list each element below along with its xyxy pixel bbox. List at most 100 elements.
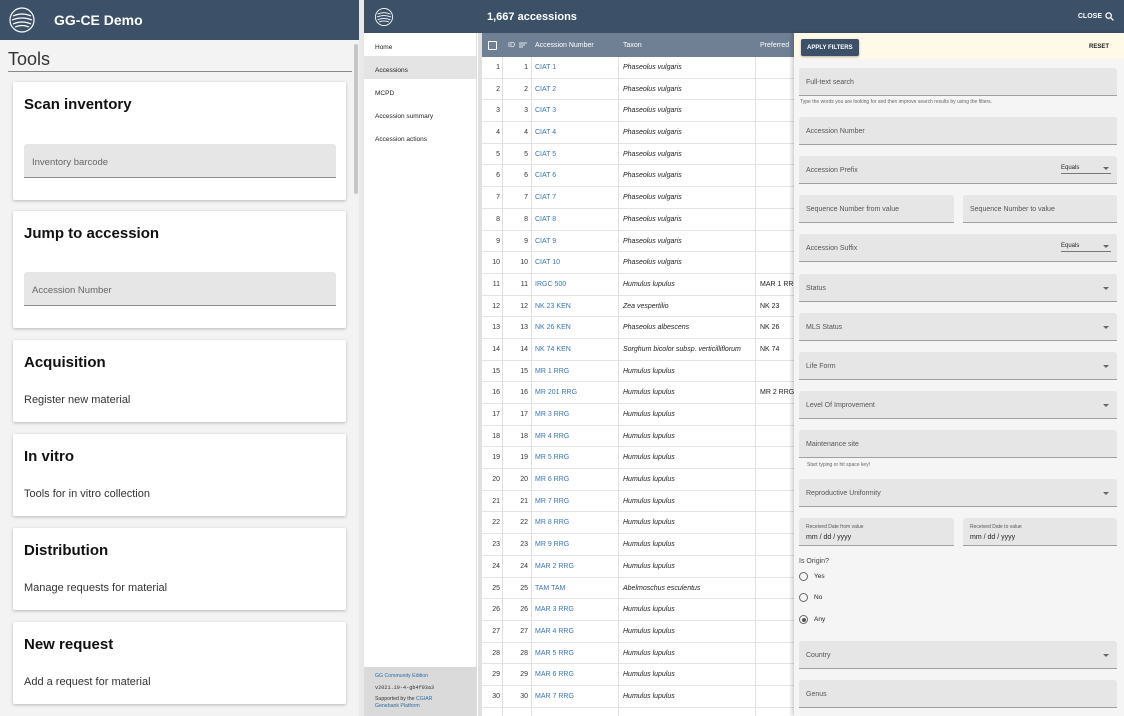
- accession-link[interactable]: MR 7 RRG: [535, 498, 569, 505]
- table-row[interactable]: 11 11 IRGC 500 Humulus lupulus MAR 1 RRG: [482, 274, 802, 296]
- table-row[interactable]: 23 23 MR 9 RRG Humulus lupulus: [482, 534, 802, 556]
- nav-item-accessions[interactable]: Accessions: [364, 56, 476, 79]
- edition-link[interactable]: GG Community Edition: [375, 673, 477, 680]
- suffix-operator-select[interactable]: Equals: [1061, 243, 1111, 252]
- accession-link[interactable]: CIAT 2: [535, 86, 556, 93]
- accession-link[interactable]: CIAT 9: [535, 238, 556, 245]
- accession-link[interactable]: MAR 7 RRG: [535, 693, 574, 700]
- accession-link[interactable]: CIAT 5: [535, 151, 556, 158]
- select-all-checkbox[interactable]: [488, 41, 497, 50]
- accession-link[interactable]: CIAT 3: [535, 107, 556, 114]
- reproductive-uniformity-select[interactable]: Reproductive Uniformity: [799, 479, 1117, 507]
- accession-link[interactable]: MR 4 RRG: [535, 433, 569, 440]
- acquisition-card[interactable]: Acquisition Register new material: [13, 340, 346, 422]
- header-id[interactable]: ID: [508, 42, 515, 49]
- accession-suffix-filter[interactable]: Accession Suffix Equals: [799, 234, 1117, 262]
- table-row[interactable]: 13 13 NK 26 KEN Phaseolus albescens NK 26: [482, 317, 802, 339]
- table-row[interactable]: 30 30 MAR 7 RRG Humulus lupulus: [482, 686, 802, 708]
- table-row[interactable]: 22 22 MR 8 RRG Humulus lupulus: [482, 512, 802, 535]
- accession-link[interactable]: MAR 2 RRG: [535, 563, 574, 570]
- new-request-card[interactable]: New request Add a request for material: [13, 622, 346, 704]
- accession-link[interactable]: NK 26 KEN: [535, 324, 571, 331]
- app-logo-icon[interactable]: [374, 7, 394, 27]
- table-row[interactable]: 9 9 CIAT 9 Phaseolus vulgaris: [482, 231, 802, 253]
- scrollbar[interactable]: [354, 44, 358, 194]
- accession-link[interactable]: MR 5 RRG: [535, 454, 569, 461]
- table-row[interactable]: 26 26 MAR 3 RRG Humulus lupulus: [482, 599, 802, 621]
- inventory-barcode-input[interactable]: Inventory barcode: [24, 144, 336, 178]
- accession-link[interactable]: MR 6 RRG: [535, 476, 569, 483]
- header-accession-number[interactable]: Accession Number: [535, 42, 594, 49]
- accession-link[interactable]: MAR 5 RRG: [535, 650, 574, 657]
- table-row[interactable]: 5 5 CIAT 5 Phaseolus vulgaris: [482, 144, 802, 166]
- accession-link[interactable]: TAM TAM: [535, 585, 565, 592]
- table-row[interactable]: 28 28 MAR 5 RRG Humulus lupulus: [482, 643, 802, 665]
- accession-link[interactable]: CIAT 4: [535, 129, 556, 136]
- accession-prefix-filter[interactable]: Accession Prefix Equals: [799, 156, 1117, 184]
- table-row[interactable]: 25 25 TAM TAM Abelmoschus esculentus: [482, 578, 802, 600]
- close-button[interactable]: CLOSE: [1078, 12, 1114, 21]
- accession-link[interactable]: CIAT 1: [535, 64, 556, 71]
- accession-number-filter[interactable]: Accession Number: [799, 117, 1117, 145]
- table-row[interactable]: 12 12 NK 23 KEN Zea vespertilio NK 23: [482, 296, 802, 318]
- genus-input[interactable]: Genus: [799, 680, 1117, 708]
- table-row[interactable]: 7 7 CIAT 7 Phaseolus vulgaris: [482, 187, 802, 209]
- table-row[interactable]: 17 17 MR 3 RRG Humulus lupulus: [482, 404, 802, 426]
- country-select[interactable]: Country: [799, 641, 1117, 669]
- table-row[interactable]: 6 6 CIAT 6 Phaseolus vulgaris: [482, 165, 802, 188]
- cgiar-link[interactable]: CGIAR: [416, 696, 432, 702]
- origin-any-radio[interactable]: [799, 615, 808, 624]
- table-row[interactable]: 18 18 MR 4 RRG Humulus lupulus: [482, 426, 802, 448]
- accession-link[interactable]: CIAT 6: [535, 172, 556, 179]
- received-date-to-input[interactable]: Received Date to value mm / dd / yyyy: [963, 518, 1117, 546]
- origin-yes-radio[interactable]: [799, 572, 808, 581]
- accession-link[interactable]: MAR 4 RRG: [535, 628, 574, 635]
- accession-link[interactable]: CIAT 8: [535, 216, 556, 223]
- table-row[interactable]: 4 4 CIAT 4 Phaseolus vulgaris: [482, 122, 802, 144]
- accession-link[interactable]: CIAT 7: [535, 194, 556, 201]
- table-row[interactable]: 19 19 MR 5 RRG Humulus lupulus: [482, 447, 802, 470]
- sequence-from-input[interactable]: Sequence Number from value: [799, 195, 954, 223]
- accession-link[interactable]: NK 74 KEN: [535, 346, 571, 353]
- life-form-select[interactable]: Life Form: [799, 352, 1117, 380]
- accession-link[interactable]: MR 9 RRG: [535, 541, 569, 548]
- table-row[interactable]: 14 14 NK 74 KEN Sorghum bicolor subsp. vert…: [482, 339, 802, 361]
- fulltext-search-input[interactable]: Full-text search: [799, 68, 1117, 96]
- genebank-platform-link[interactable]: Genebank Platform: [375, 703, 477, 710]
- accession-link[interactable]: NK 23 KEN: [535, 303, 571, 310]
- app-logo-icon[interactable]: [8, 6, 36, 34]
- mls-status-select[interactable]: MLS Status: [799, 313, 1117, 341]
- accession-link[interactable]: MR 3 RRG: [535, 411, 569, 418]
- received-date-from-input[interactable]: Received Date from value mm / dd / yyyy: [799, 518, 954, 546]
- status-select[interactable]: Status: [799, 274, 1117, 302]
- accession-link[interactable]: MAR 6 RRG: [535, 671, 574, 678]
- table-row[interactable]: 27 27 MAR 4 RRG Humulus lupulus: [482, 621, 802, 643]
- table-row[interactable]: 8 8 CIAT 8 Phaseolus vulgaris: [482, 209, 802, 231]
- apply-filters-button[interactable]: APPLY FILTERS: [801, 39, 859, 56]
- distribution-card[interactable]: Distribution Manage requests for materia…: [13, 528, 346, 610]
- table-row[interactable]: 1 1 CIAT 1 Phaseolus vulgaris: [482, 57, 802, 79]
- reset-button[interactable]: RESET: [1089, 44, 1109, 50]
- nav-item-home[interactable]: Home: [364, 33, 476, 56]
- origin-no-radio[interactable]: [799, 593, 808, 602]
- header-preferred[interactable]: Preferred: [760, 42, 789, 49]
- accession-link[interactable]: CIAT 10: [535, 259, 560, 266]
- table-row[interactable]: 15 15 MR 1 RRG Humulus lupulus: [482, 361, 802, 383]
- in-vitro-card[interactable]: In vitro Tools for in vitro collection: [13, 434, 346, 516]
- table-row[interactable]: 10 10 CIAT 10 Phaseolus vulgaris: [482, 252, 802, 274]
- table-row[interactable]: 2 2 CIAT 2 Phaseolus vulgaris: [482, 79, 802, 101]
- accession-link[interactable]: IRGC 500: [535, 281, 566, 288]
- nav-item-mcpd[interactable]: MCPD: [364, 79, 476, 102]
- accession-link[interactable]: MR 8 RRG: [535, 519, 569, 526]
- table-row[interactable]: 24 24 MAR 2 RRG Humulus lupulus: [482, 556, 802, 578]
- accession-link[interactable]: MR 1 RRG: [535, 368, 569, 375]
- nav-item-accession-summary[interactable]: Accession summary: [364, 102, 476, 125]
- table-row[interactable]: 21 21 MR 7 RRG Humulus lupulus: [482, 491, 802, 513]
- table-row[interactable]: 20 20 MR 6 RRG Humulus lupulus: [482, 469, 802, 491]
- accession-link[interactable]: MAR 3 RRG: [535, 606, 574, 613]
- accession-number-input[interactable]: Accession Number: [24, 272, 336, 306]
- level-of-improvement-select[interactable]: Level Of Improvement: [799, 391, 1117, 419]
- sequence-to-input[interactable]: Sequence Number to value: [963, 195, 1117, 223]
- nav-item-accession-actions[interactable]: Accession actions: [364, 125, 476, 148]
- table-row[interactable]: 3 3 CIAT 3 Phaseolus vulgaris: [482, 100, 802, 123]
